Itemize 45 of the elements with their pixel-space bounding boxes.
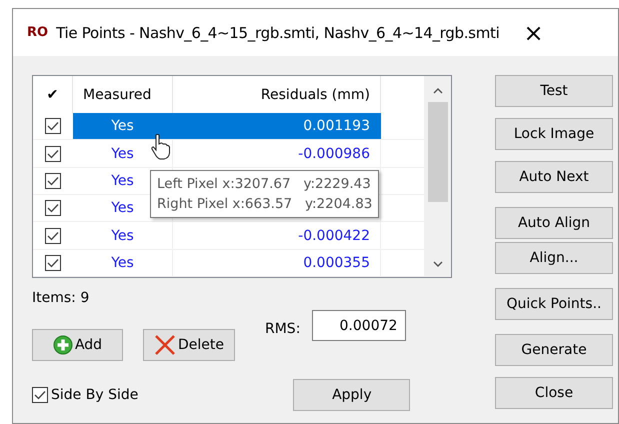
- cross-icon: [154, 335, 176, 355]
- side-button[interactable]: Auto Next: [495, 161, 613, 193]
- apply-button[interactable]: Apply: [293, 379, 410, 411]
- table-cell[interactable]: Yes: [73, 113, 173, 140]
- table-cell[interactable]: Yes: [73, 222, 173, 249]
- side-button[interactable]: Auto Align: [495, 207, 613, 239]
- side-button[interactable]: Generate: [495, 334, 613, 366]
- rms-label: RMS:: [265, 321, 300, 337]
- table-cell[interactable]: 0.001193: [173, 113, 381, 140]
- side-button[interactable]: Quick Points..: [495, 288, 613, 320]
- scroll-down-icon[interactable]: [432, 261, 442, 267]
- app-icon: RO: [27, 25, 48, 40]
- check-icon: [47, 258, 59, 268]
- rms-field[interactable]: 0.00072: [312, 310, 406, 341]
- check-icon: [47, 230, 59, 241]
- side-button[interactable]: Test: [495, 75, 613, 107]
- checkbox[interactable]: [45, 146, 61, 162]
- checkbox[interactable]: [45, 118, 61, 134]
- column-header[interactable]: ✔: [33, 76, 73, 114]
- checkbox[interactable]: [45, 200, 61, 216]
- side-by-side-checkbox[interactable]: Side By Side: [32, 387, 138, 403]
- checkbox[interactable]: [45, 254, 61, 271]
- window-title: Tie Points - Nashv_6_4~15_rgb.smti, Nashv_6_4~14_rgb.smti: [56, 24, 500, 42]
- side-button[interactable]: Lock Image: [495, 118, 613, 150]
- cursor-icon: [151, 134, 171, 160]
- check-icon: [47, 176, 59, 186]
- check-icon: [34, 390, 46, 400]
- plus-icon: [52, 335, 73, 355]
- side-button[interactable]: Close: [495, 377, 613, 409]
- scroll-up-icon[interactable]: [432, 88, 442, 94]
- close-button[interactable]: ×: [519, 18, 548, 46]
- add-button[interactable]: Add: [32, 329, 123, 361]
- scrollbar[interactable]: [424, 76, 451, 277]
- table-cell[interactable]: -0.000422: [173, 222, 381, 249]
- side-button[interactable]: Align...: [495, 242, 613, 274]
- check-icon: [47, 148, 59, 159]
- checkbox[interactable]: [45, 172, 61, 189]
- table-cell[interactable]: Yes: [73, 250, 173, 276]
- check-icon: [47, 121, 59, 132]
- delete-button[interactable]: Delete: [143, 329, 235, 361]
- checkbox[interactable]: [45, 228, 61, 244]
- check-icon: [47, 203, 59, 214]
- items-count: Items: 9: [32, 290, 90, 306]
- table-cell[interactable]: 0.000355: [173, 250, 381, 276]
- table-cell[interactable]: -0.000986: [173, 140, 381, 167]
